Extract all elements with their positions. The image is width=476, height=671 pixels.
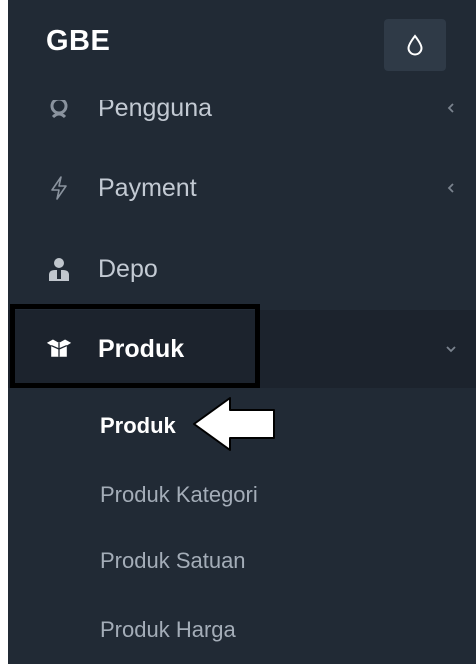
screenshot-frame: GBE Pengguna Payment Depo Produk Produk … [0, 0, 476, 671]
sidebar-item-label: Produk [98, 334, 185, 363]
submenu-item-produk-satuan[interactable]: Produk Satuan [100, 548, 246, 574]
sidebar-item-produk[interactable]: Produk [8, 310, 476, 388]
box-icon [46, 336, 72, 362]
pointer-arrow-icon [193, 397, 275, 451]
sidebar-item-label: Payment [98, 173, 197, 202]
bolt-icon [46, 175, 72, 201]
sidebar: GBE Pengguna Payment Depo Produk Produk … [8, 0, 476, 664]
chevron-left-icon [444, 101, 458, 115]
brand-title: GBE [46, 25, 111, 57]
theme-toggle-button[interactable] [384, 19, 446, 71]
chevron-down-icon [444, 342, 458, 356]
sidebar-item-label: Depo [98, 254, 158, 283]
sidebar-item-depo[interactable]: Depo [8, 229, 476, 309]
submenu-item-produk-harga[interactable]: Produk Harga [100, 617, 236, 643]
chevron-left-icon [444, 181, 458, 195]
sidebar-item-payment[interactable]: Payment [8, 148, 476, 228]
person-icon [46, 256, 72, 282]
submenu-item-produk[interactable]: Produk [100, 413, 176, 439]
droplet-icon [407, 34, 423, 56]
sidebar-header: GBE [8, 0, 476, 100]
submenu-item-produk-kategori[interactable]: Produk Kategori [100, 482, 258, 508]
